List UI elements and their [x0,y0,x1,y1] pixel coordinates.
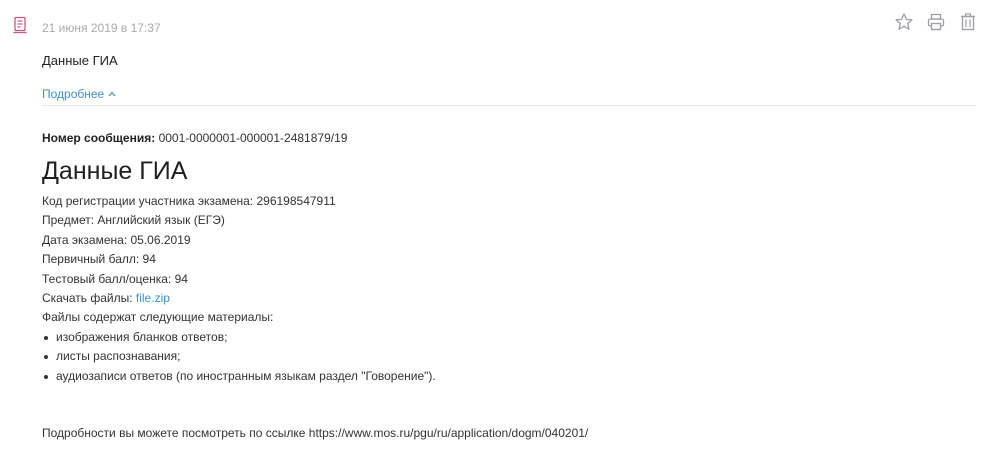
document-title: Данные ГИА [42,157,188,185]
message-date: 21 июня 2019 в 17:37 [42,21,161,35]
message-actions [894,12,978,32]
details-label: Подробнее [42,87,105,101]
trash-icon[interactable] [958,12,978,32]
list-item: аудиозаписи ответов (по иностранным язык… [42,367,962,386]
exam-date: Дата экзамена: 05.06.2019 [42,232,191,247]
details-toggle[interactable]: Подробнее [42,86,116,102]
list-item: листы распознавания; [42,347,962,366]
subject-row: Предмет: Английский язык (ЕГЭ) [42,213,225,228]
materials-label: Файлы содержат следующие материалы: [42,310,274,325]
registration-code: Код регистрации участника экзамена: 2961… [42,194,336,208]
materials-list: изображения бланков ответов; листы распо… [42,328,962,386]
message-body: Номер сообщения: 0001-0000001-000001-248… [42,130,962,386]
details-footer: Подробности вы можете посмотреть по ссыл… [42,426,589,440]
test-score: Тестовый балл/оценка: 94 [42,271,188,286]
download-label: Скачать файлы: [42,291,133,306]
message-number-label: Номер сообщения: [42,131,156,145]
list-item: изображения бланков ответов; [42,328,962,347]
star-icon[interactable] [894,12,914,32]
primary-score: Первичный балл: 94 [42,252,156,267]
download-row: Скачать файлы: file.zip [42,289,962,308]
message-number: Номер сообщения: 0001-0000001-000001-248… [42,130,962,146]
printer-icon[interactable] [926,12,946,32]
message-number-value: 0001-0000001-000001-2481879/19 [158,131,348,145]
file-download-link[interactable]: file.zip [136,291,170,305]
divider [42,105,976,106]
message-subject: Данные ГИА [42,53,118,68]
document-icon [13,16,27,34]
chevron-up-icon [108,91,116,97]
